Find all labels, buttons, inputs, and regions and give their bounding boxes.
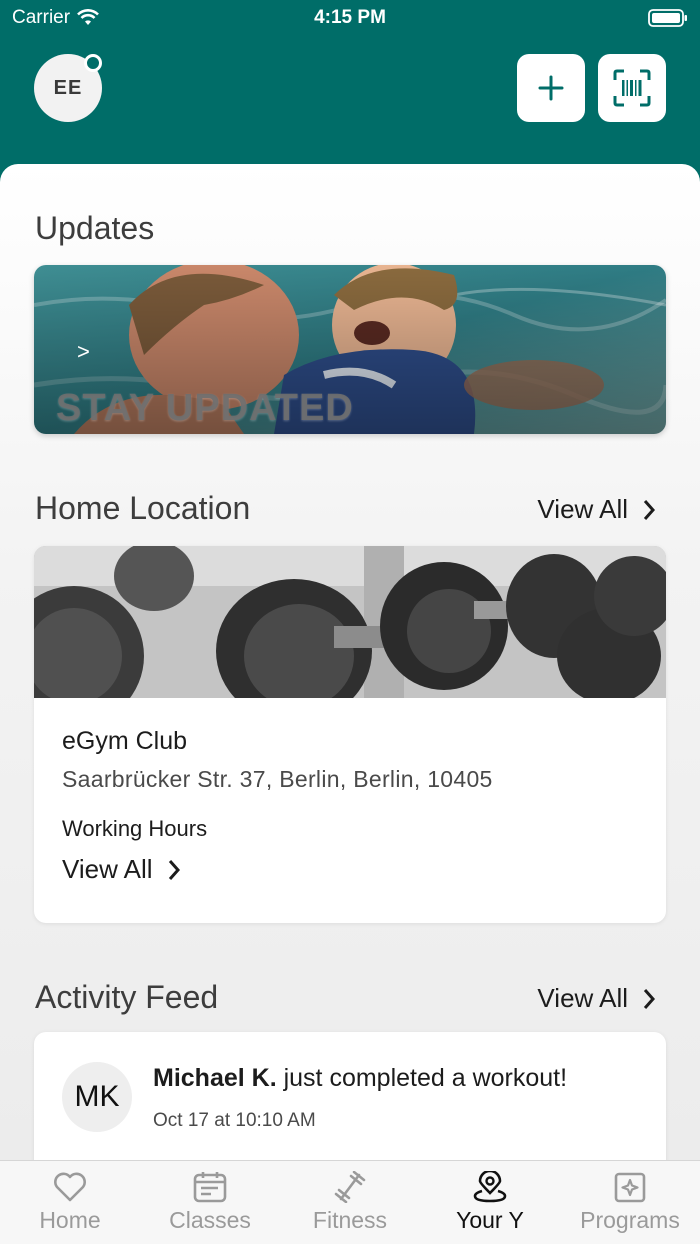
working-hours-label: Working Hours <box>62 816 208 841</box>
chevron-right-icon <box>168 859 180 880</box>
activity-feed-item[interactable]: MK Michael K. just completed a workout! … <box>34 1032 666 1164</box>
programs-icon <box>614 1172 646 1203</box>
tab-home[interactable]: Home <box>0 1161 140 1244</box>
scan-barcode-button[interactable] <box>598 54 666 122</box>
tab-your-y[interactable]: Your Y <box>420 1161 560 1244</box>
avatar-initials: EE <box>53 76 83 99</box>
tab-fitness[interactable]: Fitness <box>280 1161 420 1244</box>
tab-bar: Home Classes Fitness Your Y Programs <box>0 1160 700 1244</box>
battery-icon <box>648 8 688 34</box>
plus-icon <box>538 75 564 101</box>
feed-action: just completed a workout! <box>276 1064 568 1092</box>
tab-label: Fitness <box>312 1207 388 1233</box>
club-name: eGym Club <box>62 727 188 755</box>
feed-user-name: Michael K. <box>153 1064 277 1092</box>
stay-updated-banner[interactable]: > STAY UPDATED <box>34 265 666 434</box>
activity-feed-view-all[interactable]: View All <box>537 983 656 1014</box>
calendar-icon <box>193 1172 227 1203</box>
barcode-scan-icon <box>613 69 651 107</box>
activity-feed-title: Activity Feed <box>35 979 219 1015</box>
tab-label: Programs <box>580 1207 680 1233</box>
status-bar: Carrier 4:15 PM <box>0 0 700 36</box>
banner-text: STAY UPDATED <box>56 387 354 429</box>
club-address: Saarbrücker Str. 37, Berlin, Berlin, 104… <box>62 766 493 792</box>
home-location-title: Home Location <box>35 490 251 526</box>
content-panel[interactable]: Updates > STAY UPDATED Home Location Vie… <box>0 164 700 1164</box>
tab-programs[interactable]: Programs <box>560 1161 700 1244</box>
working-hours-view-all[interactable]: View All <box>62 854 181 885</box>
home-location-card[interactable]: eGym Club Saarbrücker Str. 37, Berlin, B… <box>34 546 666 923</box>
updates-title: Updates <box>35 210 155 246</box>
working-hours-view-all-label: View All <box>62 854 153 884</box>
chevron-right-icon <box>643 988 656 1009</box>
gym-dumbbells-image <box>34 546 666 698</box>
home-location-view-all[interactable]: View All <box>537 494 656 525</box>
profile-avatar[interactable]: EE <box>34 54 102 122</box>
tab-classes[interactable]: Classes <box>140 1161 280 1244</box>
view-all-label: View All <box>537 983 628 1013</box>
view-all-label: View All <box>537 494 628 524</box>
status-time: 4:15 PM <box>314 7 386 28</box>
add-button[interactable] <box>517 54 585 122</box>
tab-label: Classes <box>169 1207 251 1233</box>
feed-item-text: Michael K. just completed a workout! <box>153 1064 567 1093</box>
notification-dot <box>84 54 102 72</box>
banner-arrow-icon: > <box>77 339 90 364</box>
feed-timestamp: Oct 17 at 10:10 AM <box>153 1110 316 1131</box>
heart-icon <box>54 1172 86 1202</box>
tab-label: Your Y <box>456 1207 524 1233</box>
chevron-right-icon <box>643 499 656 520</box>
dumbbell-icon <box>334 1171 366 1203</box>
location-pin-icon <box>473 1171 507 1203</box>
tab-label: Home <box>39 1207 101 1233</box>
feed-user-avatar: MK <box>62 1062 132 1132</box>
